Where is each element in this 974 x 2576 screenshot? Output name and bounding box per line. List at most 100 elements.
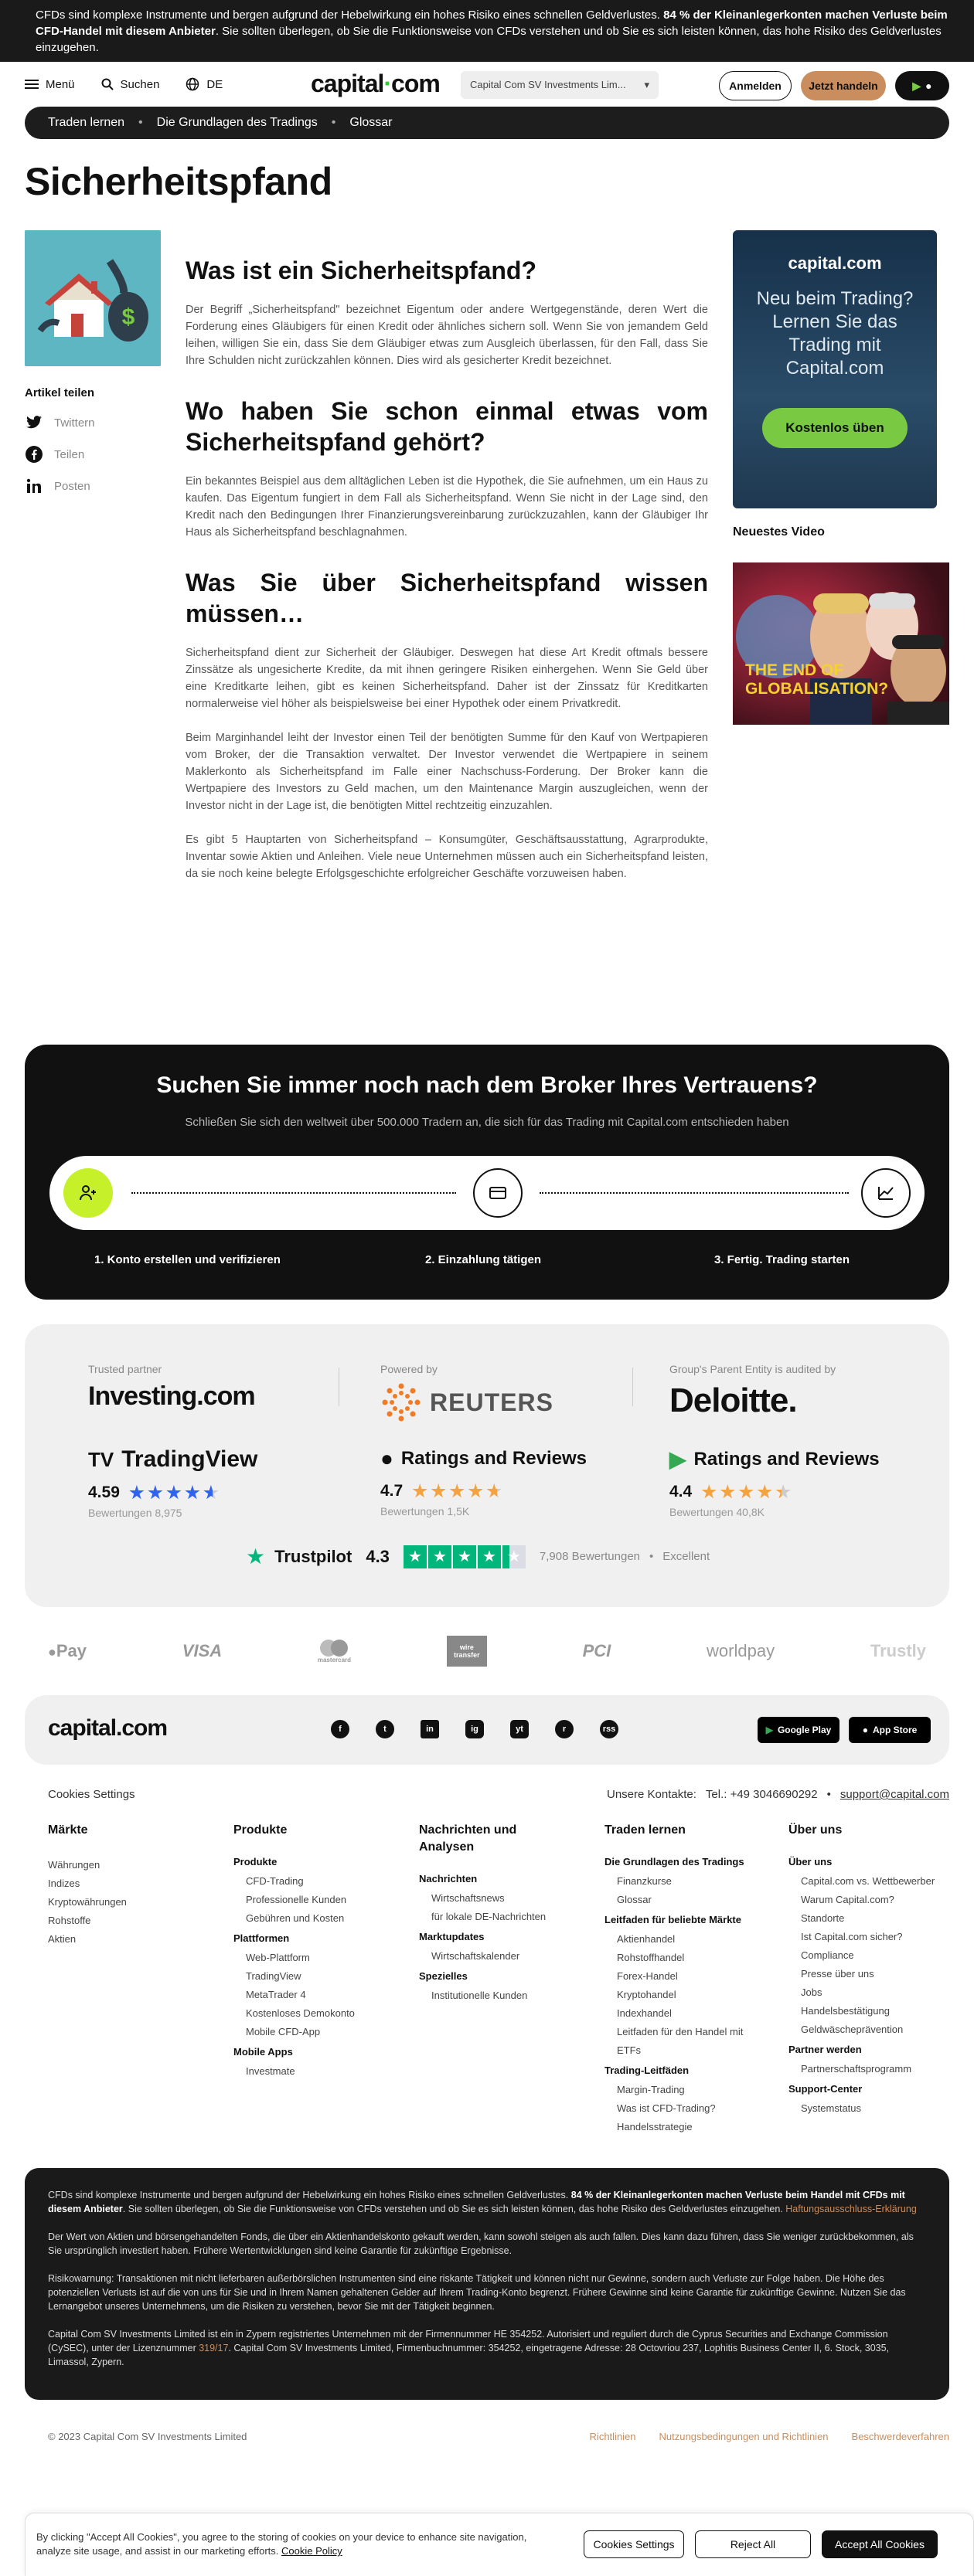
footer-link[interactable]: Währungen bbox=[48, 1856, 203, 1874]
instagram-icon[interactable]: ig bbox=[465, 1720, 484, 1738]
footer-link[interactable]: Rohstoffhandel bbox=[604, 1949, 759, 1967]
footer-link[interactable]: Aktienhandel bbox=[604, 1930, 759, 1949]
capital-logo[interactable]: capital·com bbox=[311, 70, 441, 98]
share-facebook[interactable]: Teilen bbox=[25, 445, 95, 464]
star-icon: ★ bbox=[502, 1545, 526, 1568]
breadcrumb-item[interactable]: Glossar bbox=[349, 116, 392, 130]
trade-now-button[interactable]: Jetzt handeln bbox=[801, 71, 886, 100]
footer-group-title[interactable]: Spezielles bbox=[419, 1970, 574, 1982]
footer-group-title[interactable]: Marktupdates bbox=[419, 1931, 574, 1942]
app-store-badge[interactable]: ● App Store bbox=[849, 1717, 931, 1743]
footer-link[interactable]: Investmate bbox=[233, 2062, 404, 2081]
footer-link[interactable]: Systemstatus bbox=[788, 2099, 935, 2118]
footer-link[interactable]: Was ist CFD-Trading? bbox=[604, 2099, 759, 2118]
footer-link[interactable]: Compliance bbox=[788, 1946, 935, 1965]
star-icon bbox=[775, 1484, 791, 1499]
cookie-settings-button[interactable]: Cookies Settings bbox=[584, 2530, 684, 2558]
promo-banner[interactable]: capital.com Neu beim Trading? Lernen Sie… bbox=[733, 230, 937, 508]
search-button[interactable]: Suchen bbox=[101, 78, 159, 91]
practice-free-button[interactable]: Kostenlos üben bbox=[762, 408, 908, 448]
disclaimer-link[interactable]: Haftungsausschluss-Erklärung bbox=[785, 2204, 917, 2214]
breadcrumb-item[interactable]: Die Grundlagen des Tradings bbox=[157, 116, 318, 130]
reddit-icon[interactable]: r bbox=[555, 1720, 574, 1738]
add-user-icon[interactable] bbox=[63, 1168, 113, 1218]
footer-link[interactable]: MetaTrader 4 bbox=[233, 1986, 404, 2004]
footer-group-title[interactable]: Plattformen bbox=[233, 1932, 404, 1944]
footer-link[interactable]: Aktien bbox=[48, 1930, 203, 1949]
footer-link[interactable]: für lokale DE-Nachrichten bbox=[419, 1908, 574, 1926]
footer-link[interactable]: Margin-Trading bbox=[604, 2081, 759, 2099]
star-icon bbox=[701, 1484, 717, 1499]
footer-link[interactable]: Geldwäscheprävention bbox=[788, 2020, 935, 2039]
footer-link[interactable]: Jobs bbox=[788, 1983, 935, 2002]
footer-link[interactable]: Leitfaden für den Handel mit ETFs bbox=[604, 2023, 759, 2060]
footer-link[interactable]: Capital.com vs. Wettbewerber bbox=[788, 1872, 935, 1891]
complaints-link[interactable]: Beschwerdeverfahren bbox=[852, 2431, 949, 2442]
license-link[interactable]: 319/17 bbox=[199, 2343, 228, 2353]
footer-link[interactable]: Kostenloses Demokonto bbox=[233, 2004, 404, 2023]
footer-link[interactable]: Warum Capital.com? bbox=[788, 1891, 935, 1909]
footer-group-title[interactable]: Support-Center bbox=[788, 2083, 935, 2095]
footer-group-title[interactable]: Trading-Leitfäden bbox=[604, 2065, 759, 2076]
footer-link[interactable]: Kryptowährungen bbox=[48, 1893, 203, 1912]
footer-link[interactable]: Glossar bbox=[604, 1891, 759, 1909]
accept-all-button[interactable]: Accept All Cookies bbox=[822, 2530, 938, 2558]
footer-group-title[interactable]: Mobile Apps bbox=[233, 2046, 404, 2058]
cookie-policy-link[interactable]: Cookie Policy bbox=[281, 2545, 342, 2557]
footer-link[interactable]: Professionelle Kunden bbox=[233, 1891, 404, 1909]
footer-link[interactable]: Handelsstrategie bbox=[604, 2118, 759, 2136]
app-download-button[interactable]: ▶ ● bbox=[895, 71, 949, 100]
footer-link[interactable]: Forex-Handel bbox=[604, 1967, 759, 1986]
footer-group-title[interactable]: Partner werden bbox=[788, 2044, 935, 2055]
footer-link[interactable]: Rohstoffe bbox=[48, 1912, 203, 1930]
footer-link[interactable]: Presse über uns bbox=[788, 1965, 935, 1983]
footer-group-title[interactable]: Nachrichten bbox=[419, 1873, 574, 1884]
youtube-icon[interactable]: yt bbox=[510, 1720, 529, 1738]
twitter-icon[interactable]: t bbox=[376, 1720, 394, 1738]
facebook-icon[interactable]: f bbox=[331, 1720, 349, 1738]
footer-group-title[interactable]: Die Grundlagen des Tradings bbox=[604, 1856, 759, 1867]
wallet-icon[interactable] bbox=[473, 1168, 523, 1218]
share-twitter[interactable]: Twittern bbox=[25, 413, 95, 432]
rating-name: TradingView bbox=[121, 1446, 258, 1472]
footer-logo[interactable]: capital.com bbox=[48, 1715, 168, 1742]
footer-link[interactable]: CFD-Trading bbox=[233, 1872, 404, 1891]
disclaimer-paragraph: Capital Com SV Investments Limited ist e… bbox=[48, 2327, 926, 2369]
phone-link[interactable]: Tel.: +49 3046690292 bbox=[706, 1788, 818, 1801]
linkedin-icon[interactable]: in bbox=[421, 1720, 439, 1738]
footer-link[interactable]: Gebühren und Kosten bbox=[233, 1909, 404, 1928]
footer-link[interactable]: Indexhandel bbox=[604, 2004, 759, 2023]
terms-link[interactable]: Nutzungsbedingungen und Richtlinien bbox=[659, 2431, 829, 2442]
breadcrumb-item[interactable]: Traden lernen bbox=[48, 116, 124, 130]
menu-button[interactable]: Menü bbox=[25, 78, 75, 91]
share-linkedin[interactable]: Posten bbox=[25, 477, 95, 495]
entity-selector[interactable]: Capital Com SV Investments Lim... ▾ bbox=[461, 71, 659, 99]
cookie-settings-link[interactable]: Cookies Settings bbox=[48, 1788, 135, 1801]
deloitte-logo: Deloitte. bbox=[669, 1381, 798, 1419]
footer-link[interactable]: TradingView bbox=[233, 1967, 404, 1986]
footer-group-title[interactable]: Leitfaden für beliebte Märkte bbox=[604, 1914, 759, 1925]
footer-link[interactable]: Kryptohandel bbox=[604, 1986, 759, 2004]
reject-all-button[interactable]: Reject All bbox=[695, 2530, 811, 2558]
latest-video-thumbnail[interactable]: THE END OF GLOBALISATION? bbox=[733, 562, 949, 725]
footer-link[interactable]: Wirtschaftskalender bbox=[419, 1947, 574, 1966]
footer-link[interactable]: Web-Plattform bbox=[233, 1949, 404, 1967]
footer-link[interactable]: Standorte bbox=[788, 1909, 935, 1928]
footer-link[interactable]: Indizes bbox=[48, 1874, 203, 1893]
email-link[interactable]: support@capital.com bbox=[840, 1788, 949, 1801]
footer-link[interactable]: Institutionelle Kunden bbox=[419, 1986, 574, 2005]
login-button[interactable]: Anmelden bbox=[719, 71, 792, 100]
language-selector[interactable]: DE bbox=[186, 77, 223, 91]
footer-link[interactable]: Finanzkurse bbox=[604, 1872, 759, 1891]
footer-link[interactable]: Ist Capital.com sicher? bbox=[788, 1928, 935, 1946]
chart-icon[interactable] bbox=[861, 1168, 911, 1218]
footer-link[interactable]: Wirtschaftsnews bbox=[419, 1889, 574, 1908]
footer-link[interactable]: Mobile CFD-App bbox=[233, 2023, 404, 2041]
google-play-badge[interactable]: ▶ Google Play bbox=[758, 1717, 839, 1743]
policies-link[interactable]: Richtlinien bbox=[590, 2431, 636, 2442]
footer-link[interactable]: Handelsbestätigung bbox=[788, 2002, 935, 2020]
rss-icon[interactable]: rss bbox=[600, 1720, 618, 1738]
footer-link[interactable]: Partnerschaftsprogramm bbox=[788, 2060, 935, 2078]
footer-group-title[interactable]: Über uns bbox=[788, 1856, 935, 1867]
footer-group-title[interactable]: Produkte bbox=[233, 1856, 404, 1867]
